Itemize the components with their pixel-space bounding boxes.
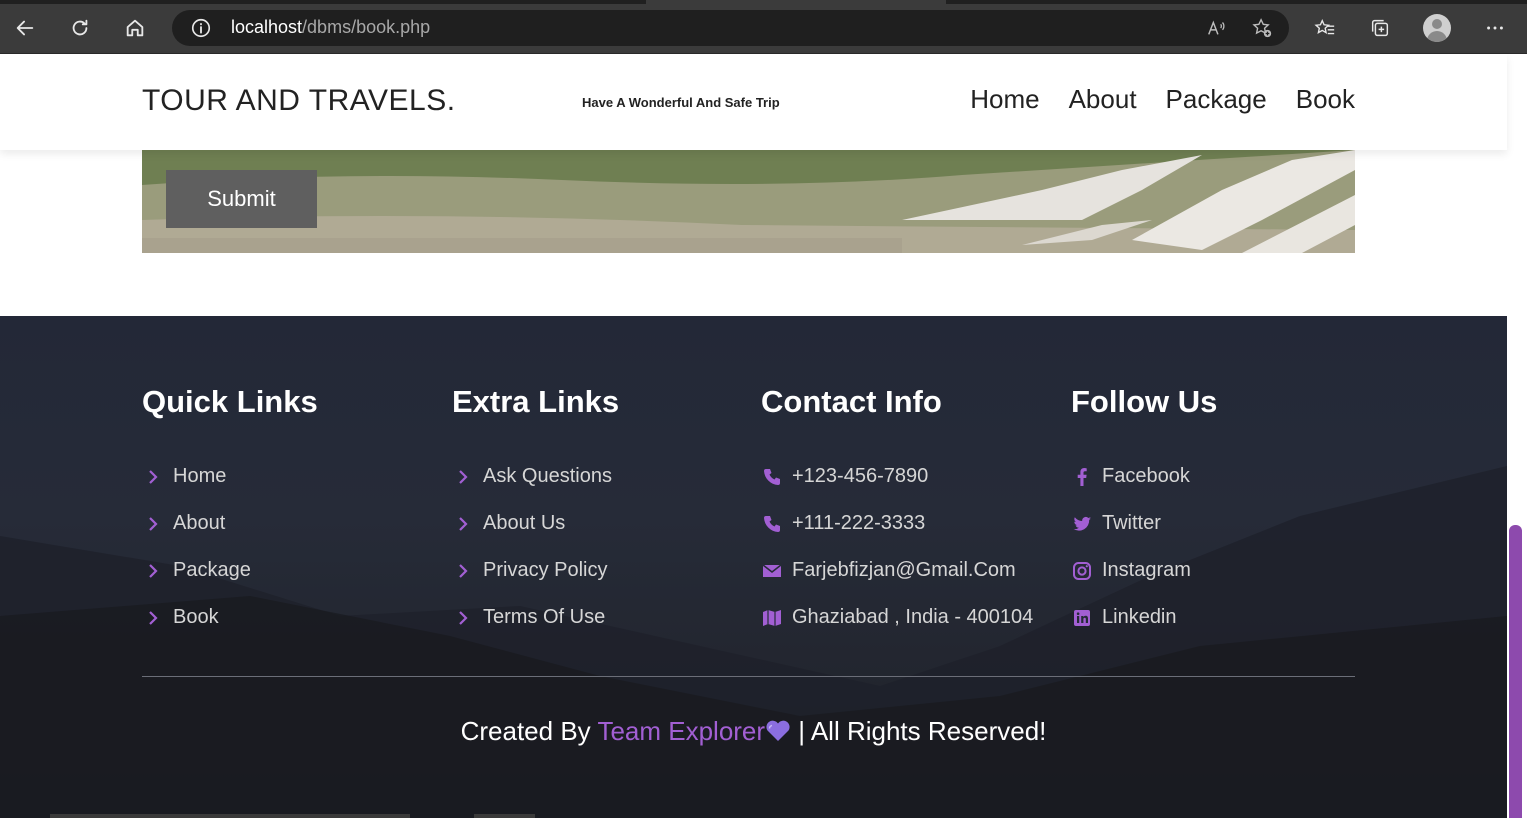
linkedin-icon [1071,607,1093,629]
url-text[interactable]: localhost/dbms/book.php [231,17,430,38]
contact-text: +123-456-7890 [792,465,929,487]
contact-text: Farjebfizjan@Gmail.Com [792,559,1016,581]
footer-link[interactable]: Package [142,547,318,594]
instagram-icon [1071,560,1093,582]
phone-icon [761,513,783,535]
heart-icon [765,718,791,741]
footer-link-label: Ask Questions [483,465,612,487]
address-bar[interactable]: localhost/dbms/book.php [172,10,1289,46]
chevron-right-icon [142,607,164,629]
main-nav: Home About Package Book [970,84,1355,115]
nav-about[interactable]: About [1069,84,1137,115]
credit-team-link[interactable]: Team Explorer [597,716,765,746]
info-icon[interactable] [190,17,212,39]
twitter-icon [1071,513,1093,535]
site-header: TOUR AND TRAVELS. Have A Wonderful And S… [0,54,1507,150]
profile-icon[interactable] [1423,14,1451,42]
footer-link-label: About [173,512,226,534]
footer-link[interactable]: About Us [452,500,619,547]
chevron-right-icon [142,560,164,582]
follow-us-title: Follow Us [1071,384,1218,419]
quick-links-column: Quick Links Home About Package Book [142,384,318,641]
horizontal-scrollbar-thumb[interactable] [474,814,535,818]
social-facebook[interactable]: Facebook [1071,453,1217,500]
tab-strip [0,0,1527,4]
add-favorite-icon[interactable] [1251,17,1273,39]
footer-link[interactable]: Ask Questions [452,453,619,500]
nav-package[interactable]: Package [1166,84,1267,115]
map-icon [761,607,783,629]
credit-suffix: | All Rights Reserved! [798,716,1047,746]
contact-address[interactable]: Ghaziabad , India - 400104 [761,594,1033,641]
footer-link[interactable]: Terms Of Use [452,594,619,641]
chevron-right-icon [452,513,474,535]
social-instagram[interactable]: Instagram [1071,547,1217,594]
nav-book[interactable]: Book [1296,84,1355,115]
footer-divider [142,676,1355,677]
chevron-right-icon [452,560,474,582]
page-scrollbar-thumb[interactable] [1509,525,1522,818]
contact-phone[interactable]: +111-222-3333 [761,500,1033,547]
booking-background-image [142,150,1355,253]
more-icon[interactable] [1479,12,1511,44]
follow-us-column: Follow Us Facebook Twitter Instagram Lin… [1071,384,1217,641]
social-linkedin[interactable]: Linkedin [1071,594,1217,641]
footer-credit: Created By Team Explorer | All Rights Re… [0,716,1507,747]
footer-link-label: Home [173,465,227,487]
browser-toolbar: localhost/dbms/book.php [0,0,1527,54]
extra-links-title: Extra Links [452,384,620,419]
active-tab[interactable] [646,0,946,4]
phone-icon [761,466,783,488]
chevron-right-icon [452,607,474,629]
footer-link-label: Privacy Policy [483,559,608,581]
footer-link[interactable]: Home [142,453,318,500]
social-label: Twitter [1102,512,1161,534]
social-label: Instagram [1102,559,1191,581]
quick-links-title: Quick Links [142,384,318,419]
footer-link-label: Terms Of Use [483,606,606,628]
footer-link[interactable]: About [142,500,318,547]
contact-phone[interactable]: +123-456-7890 [761,453,1033,500]
contact-text: +111-222-3333 [792,512,926,534]
chevron-right-icon [142,466,164,488]
horizontal-scrollbar[interactable] [50,814,410,818]
nav-home[interactable]: Home [970,84,1039,115]
home-icon[interactable] [119,12,151,44]
url-host: localhost [231,17,303,37]
footer-link-label: About Us [483,512,566,534]
footer-link[interactable]: Book [142,594,318,641]
chevron-right-icon [142,513,164,535]
site-footer: Quick Links Home About Package Book Extr… [0,316,1507,818]
back-icon[interactable] [9,12,41,44]
envelope-icon [761,560,783,582]
chevron-right-icon [452,466,474,488]
site-tagline: Have A Wonderful And Safe Trip [582,95,780,110]
read-aloud-icon[interactable] [1206,17,1228,39]
collections-icon[interactable] [1364,12,1396,44]
contact-info-title: Contact Info [761,384,942,419]
social-twitter[interactable]: Twitter [1071,500,1217,547]
extra-links-column: Extra Links Ask Questions About Us Priva… [452,384,619,641]
footer-link[interactable]: Privacy Policy [452,547,619,594]
site-logo[interactable]: TOUR AND TRAVELS. [142,84,456,118]
credit-prefix: Created By [460,716,591,746]
social-label: Facebook [1102,465,1190,487]
social-label: Linkedin [1102,606,1177,628]
url-path: /dbms/book.php [302,17,431,37]
submit-button[interactable]: Submit [166,170,317,228]
contact-text: Ghaziabad , India - 400104 [792,606,1034,628]
footer-link-label: Book [173,606,219,628]
refresh-icon[interactable] [64,12,96,44]
favorites-icon[interactable] [1309,12,1341,44]
contact-email[interactable]: Farjebfizjan@Gmail.Com [761,547,1033,594]
contact-info-column: Contact Info +123-456-7890 +111-222-3333… [761,384,1033,641]
facebook-icon [1071,466,1093,488]
footer-link-label: Package [173,559,251,581]
